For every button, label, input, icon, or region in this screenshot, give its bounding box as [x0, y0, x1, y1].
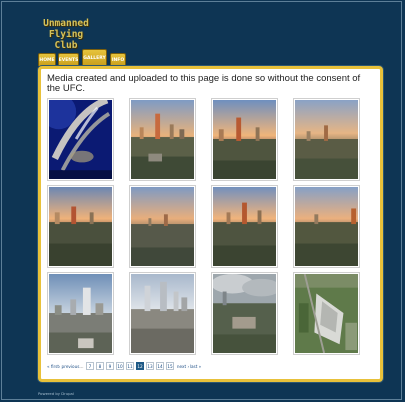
city-sunset-photo [49, 187, 112, 266]
gallery-thumbnail[interactable] [129, 185, 196, 268]
campus-aerial-photo [295, 274, 358, 353]
consent-message: Media created and uploaded to this page … [47, 73, 361, 94]
gallery-thumbnail[interactable] [293, 98, 360, 181]
gallery-thumbnail[interactable] [293, 185, 360, 268]
city-sunset-photo [131, 187, 194, 266]
gallery-thumbnail[interactable] [47, 272, 114, 355]
logo-line: Flying [48, 29, 84, 40]
city-sunset-photo [295, 187, 358, 266]
gallery-thumbnail[interactable] [211, 98, 278, 181]
pager-next-link[interactable]: next › [177, 362, 189, 370]
tab-events[interactable]: EVENTS [58, 53, 79, 66]
gallery-thumbnail[interactable] [211, 272, 278, 355]
city-day-photo [49, 274, 112, 353]
city-sunset-photo [131, 100, 194, 179]
gallery-thumbnail[interactable] [129, 98, 196, 181]
photo-gallery [47, 98, 367, 355]
pager-page-link[interactable]: 13 [146, 362, 154, 370]
pager-first-link[interactable]: « first [47, 362, 59, 370]
city-day-photo [131, 274, 194, 353]
pager-page-link[interactable]: 8 [96, 362, 104, 370]
city-sunset-photo [295, 100, 358, 179]
pager-page-link[interactable]: 14 [156, 362, 164, 370]
city-sunset-photo [213, 100, 276, 179]
city-sunset-photo [213, 187, 276, 266]
tab-info[interactable]: INFO [110, 53, 126, 66]
pager-last-link[interactable]: last » [190, 362, 201, 370]
pager-page-link[interactable]: 9 [106, 362, 114, 370]
pager-page-link[interactable]: 11 [126, 362, 134, 370]
pager-previous-link[interactable]: ‹ previous [59, 362, 80, 370]
pager-page-link[interactable]: 10 [116, 362, 124, 370]
city-clouds-photo [213, 274, 276, 353]
gallery-thumbnail[interactable] [293, 272, 360, 355]
site-logo[interactable]: Unmanned Flying Club [38, 18, 94, 51]
pager: « first ‹ previous … 7 8 9 10 11 12 13 1… [47, 361, 373, 371]
rotor-blur-photo [49, 100, 112, 179]
pager-page-link[interactable]: 15 [166, 362, 174, 370]
pager-ellipsis: … [79, 363, 84, 369]
gallery-thumbnail[interactable] [211, 185, 278, 268]
gallery-thumbnail[interactable] [47, 185, 114, 268]
footer-powered-by[interactable]: Powered by Drupal [38, 391, 74, 396]
content-panel: Media created and uploaded to this page … [38, 66, 383, 382]
tab-gallery[interactable]: GALLERY [82, 49, 107, 66]
gallery-thumbnail[interactable] [129, 272, 196, 355]
pager-page-link[interactable]: 7 [86, 362, 94, 370]
pager-current-page: 12 [136, 362, 144, 370]
logo-line: Unmanned [43, 18, 89, 29]
gallery-thumbnail[interactable] [47, 98, 114, 181]
tab-home[interactable]: HOME [38, 53, 56, 66]
